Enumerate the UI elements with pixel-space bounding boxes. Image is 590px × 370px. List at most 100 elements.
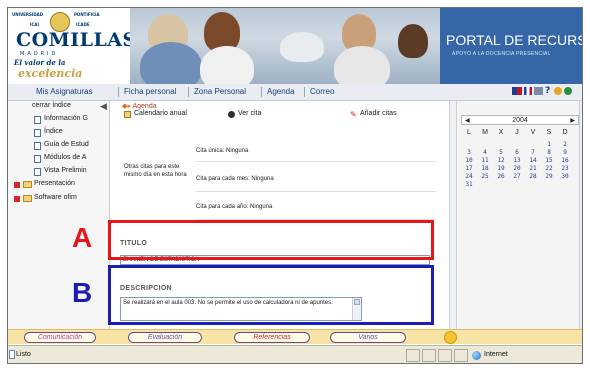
calendar-day[interactable]: 2	[559, 141, 571, 148]
calendar-day[interactable]: 25	[479, 173, 491, 180]
calendar-day[interactable]: 13	[511, 157, 523, 164]
logo-city: MADRID	[20, 51, 59, 57]
cita-unica: Cita única: Ninguna	[196, 148, 249, 154]
calendar-day[interactable]: 19	[495, 165, 507, 172]
tree-item[interactable]: Presentación	[34, 180, 75, 191]
globe-icon	[472, 351, 481, 360]
menu-agenda[interactable]: Agenda	[267, 87, 295, 96]
flag-uk-icon[interactable]	[512, 87, 522, 95]
calendar-day[interactable]: 30	[559, 173, 571, 180]
calendar-day[interactable]: 15	[543, 157, 555, 164]
calendar-day[interactable]: 20	[511, 165, 523, 172]
ver-cita-button[interactable]: Ver cita	[238, 110, 261, 117]
expand-icon[interactable]	[14, 182, 20, 188]
menu-correo[interactable]: Correo	[310, 87, 334, 96]
calendar-day[interactable]: 9	[559, 149, 571, 156]
calendar-day[interactable]: 12	[495, 157, 507, 164]
tree-item[interactable]: Módulos de A	[44, 154, 86, 165]
tree-item[interactable]: Índice	[44, 128, 63, 139]
calendar-day[interactable]: 21	[527, 165, 539, 172]
calendar-day[interactable]: 16	[559, 157, 571, 164]
tree-item[interactable]: Software ofim	[34, 194, 77, 205]
photo-person-3-body	[334, 46, 390, 84]
bottom-tabs: Comunicación Evaluación Referencias Vari…	[8, 329, 582, 344]
collapse-index-icon[interactable]: ◀	[100, 101, 107, 112]
expand-icon[interactable]	[14, 196, 20, 202]
logo-icade-text: ICADE	[76, 22, 90, 27]
folder-icon	[23, 195, 32, 202]
calendar-day[interactable]: 6	[511, 149, 523, 156]
calendar-scrollbar[interactable]	[579, 101, 582, 329]
tab-referencias[interactable]: Referencias	[234, 332, 310, 343]
view-icon	[228, 111, 235, 118]
pencil-icon: ✎	[350, 110, 357, 119]
help-icon[interactable]: ?	[545, 87, 552, 96]
calendar-day[interactable]: 7	[527, 149, 539, 156]
other-citas-label: Otras citas para este mismo día en esta …	[124, 164, 187, 178]
menu-zona-personal[interactable]: Zona Personal	[194, 87, 246, 96]
close-index-link[interactable]: cerrar índice	[32, 102, 71, 113]
status-bar: Listo Internet	[8, 345, 582, 363]
calendar-day[interactable]: 8	[543, 149, 555, 156]
main-menu: Mis Asignaturas Ficha personal Zona Pers…	[8, 84, 582, 101]
calendar-day[interactable]: 24	[463, 173, 475, 180]
document-icon	[34, 142, 41, 150]
mini-calendar: ◀ 2004 ▶ L M X J V S D 1 2 3 4 5 6 7 8 9 10 11 12 13 14 15 16 1…	[456, 101, 582, 329]
document-icon	[34, 155, 41, 163]
tree-item[interactable]: Vista Prelimin	[44, 167, 87, 178]
status-pane	[454, 349, 468, 362]
tab-comunicacion[interactable]: Comunicación	[24, 332, 96, 343]
cita-anual: Cita para cada año: Ninguna	[196, 204, 273, 210]
print-icon[interactable]	[534, 87, 543, 95]
exit-icon[interactable]	[564, 87, 572, 95]
portal-banner: PORTAL DE RECURSOS APOYO A LA DOCENCIA P…	[440, 8, 582, 84]
home-icon[interactable]	[554, 87, 562, 95]
divider	[196, 161, 436, 162]
next-year-icon[interactable]: ▶	[570, 117, 575, 124]
calendar-day[interactable]: 18	[479, 165, 491, 172]
calendario-anual-button[interactable]: Calendario anual	[134, 110, 187, 117]
calendar-day[interactable]: 10	[463, 157, 475, 164]
logo-university-text: UNIVERSIDAD	[12, 12, 44, 17]
university-logo[interactable]: UNIVERSIDAD PONTIFICIA ICAI ICADE COMILL…	[8, 8, 136, 84]
calendar-day[interactable]: 3	[463, 149, 475, 156]
agenda-breadcrumb[interactable]: ◆▸ Agenda	[122, 102, 157, 110]
refresh-icon[interactable]	[444, 331, 457, 344]
tab-evaluacion[interactable]: Evaluación	[128, 332, 202, 343]
calendar-day[interactable]: 14	[527, 157, 539, 164]
document-icon	[34, 116, 41, 124]
tree-item[interactable]: Guía de Estud	[44, 141, 89, 152]
menu-ficha-personal[interactable]: Ficha personal	[124, 87, 176, 96]
calendar-day[interactable]: 11	[479, 157, 491, 164]
logo-name: COMILLAS	[16, 29, 137, 51]
document-icon	[34, 168, 41, 176]
calendar-day[interactable]: 5	[495, 149, 507, 156]
calendar-day[interactable]: 26	[495, 173, 507, 180]
calendar-dow-label: D	[562, 129, 568, 136]
logo-tagline-1: El valor de la	[14, 58, 66, 67]
header: UNIVERSIDAD PONTIFICIA ICAI ICADE COMILL…	[8, 8, 582, 84]
calendar-day[interactable]: 22	[543, 165, 555, 172]
calendar-day[interactable]: 4	[479, 149, 491, 156]
document-icon	[34, 129, 41, 137]
calendar-day[interactable]: 31	[463, 181, 475, 188]
calendar-dow-label: V	[530, 129, 536, 136]
photo-laptop	[280, 32, 324, 62]
calendar-day[interactable]: 23	[559, 165, 571, 172]
calendar-day[interactable]: 27	[511, 173, 523, 180]
calendar-day[interactable]: 28	[527, 173, 539, 180]
calendar-day[interactable]: 17	[463, 165, 475, 172]
calendar-day[interactable]: 1	[543, 141, 555, 148]
flag-fr-icon[interactable]	[524, 87, 532, 95]
tree-item[interactable]: Información G	[44, 115, 88, 126]
anadir-citas-button[interactable]: Añadir citas	[360, 110, 397, 117]
menu-mis-asignaturas[interactable]: Mis Asignaturas	[36, 87, 92, 96]
photo-person-4	[398, 24, 428, 58]
status-text: Listo	[16, 351, 31, 358]
tab-varios[interactable]: Varios	[330, 332, 406, 343]
annotation-box-b	[108, 265, 434, 325]
content-scrollbar[interactable]	[449, 101, 456, 329]
menu-separator	[304, 87, 305, 97]
logo-tagline-2: excelencia	[18, 67, 83, 80]
calendar-day[interactable]: 29	[543, 173, 555, 180]
